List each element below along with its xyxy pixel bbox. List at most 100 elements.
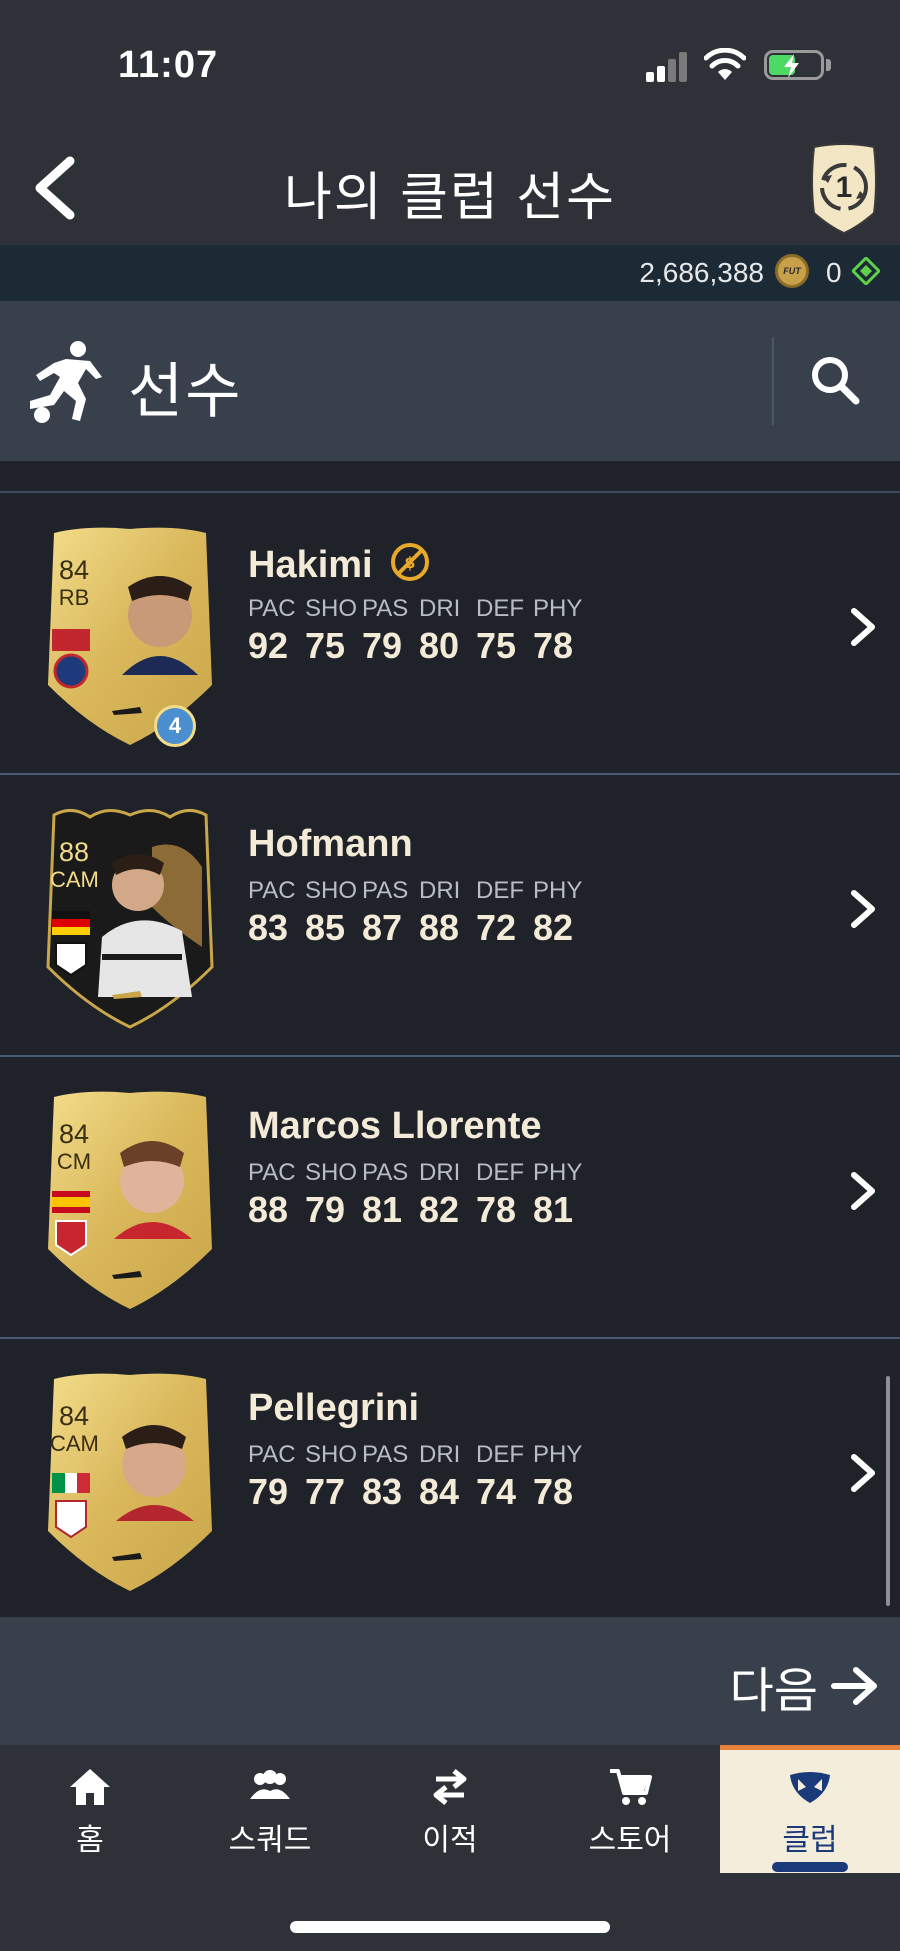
stat-label: SHO [305, 1159, 358, 1186]
player-kicking-icon [30, 341, 102, 423]
card-position: CAM [50, 1431, 99, 1456]
player-card: 84 RB 4 [42, 525, 218, 747]
stat-label: DRI [419, 1159, 461, 1186]
active-tab-indicator [772, 1862, 848, 1872]
chevron-right-icon [851, 1172, 875, 1210]
stat-value: 81 [533, 1189, 574, 1230]
player-row[interactable]: 84 CM Marcos Llorente PAC 88 SHO 79 PAS 81 … [0, 1057, 900, 1339]
stat-label: DRI [419, 877, 461, 904]
page-title: 나의 클럽 선수 [284, 169, 616, 227]
tab-label: 홈 [76, 1824, 104, 1857]
stat-label: PAC [248, 1441, 296, 1468]
stat-value: 83 [248, 907, 289, 948]
tab-club[interactable]: 클럽 [720, 1745, 900, 1873]
scrollbar-thumb[interactable] [886, 1376, 890, 1606]
stat-value: 79 [248, 1471, 289, 1512]
player-row[interactable]: 88 CAM Hofmann PAC 83 SHO 85 PAS 87 DRI 88 D… [0, 775, 900, 1057]
tab-store[interactable]: 스토어 [540, 1745, 720, 1873]
player-row[interactable]: 84 RB 4 Hakimi $ PAC 92 SHO 75 PAS 79 DRI 80… [0, 493, 900, 775]
player-card: 88 CAM [42, 807, 218, 1029]
stat-value: 78 [476, 1189, 517, 1230]
stat-label: PAS [362, 595, 409, 622]
stat-value: 79 [305, 1189, 346, 1230]
stat-value: 78 [533, 1471, 574, 1512]
stat-value: 82 [533, 907, 574, 948]
card-rating: 84 [58, 1119, 90, 1149]
arrow-right-icon [831, 1667, 877, 1705]
stat-value: 77 [305, 1471, 346, 1512]
stat-value: 72 [476, 907, 517, 948]
section-title: 선수 [128, 358, 243, 425]
stat-label: PHY [533, 1159, 583, 1186]
player-name-text: Hakimi [248, 544, 373, 586]
stat-label: SHO [305, 877, 358, 904]
player-name: Marcos Llorente [248, 1105, 542, 1147]
stat-label: SHO [305, 1441, 358, 1468]
stat-value: 84 [419, 1471, 460, 1512]
stat-value: 79 [362, 625, 403, 666]
stat-value: 82 [419, 1189, 460, 1230]
stat-label: DEF [476, 1441, 524, 1468]
tab-home[interactable]: 홈 [0, 1745, 180, 1873]
player-name: Hofmann [248, 823, 413, 865]
cellular-signal-icon [646, 50, 690, 82]
coin-balance: 2,686,388 [639, 257, 764, 288]
next-button-label: 다음 [729, 1665, 818, 1718]
tab-label: 스토어 [588, 1824, 672, 1857]
card-position: CAM [50, 867, 99, 892]
objectives-badge[interactable]: 1 [806, 143, 882, 235]
tab-label: 클럽 [782, 1824, 838, 1857]
chevron-right-icon [851, 608, 875, 646]
stat-value: 75 [305, 625, 346, 666]
stat-label: PAC [248, 1159, 296, 1186]
tab-transfer[interactable]: 이적 [360, 1745, 540, 1873]
search-button[interactable] [800, 345, 872, 417]
stat-value: 81 [362, 1189, 403, 1230]
stat-label: SHO [305, 595, 358, 622]
battery-icon [764, 50, 824, 80]
stat-label: PAC [248, 877, 296, 904]
stat-label: PAS [362, 1159, 409, 1186]
card-position: CM [56, 1149, 92, 1174]
player-stats: PAC 92 SHO 75 PAS 79 DRI 80 DEF 75 PHY 78 [248, 595, 590, 667]
stat-value: 80 [419, 625, 460, 666]
card-rating: 84 [58, 555, 90, 585]
stat-label: PAS [362, 877, 409, 904]
stat-label: PHY [533, 877, 583, 904]
player-list: 84 RB 4 Hakimi $ PAC 92 SHO 75 PAS 79 DRI 80… [0, 461, 900, 1617]
pagination-bar: 다음 [0, 1617, 900, 1745]
bottom-tab-bar: 홈 스쿼드 이적 스토어 클럽 [0, 1745, 900, 1951]
home-icon [70, 1769, 110, 1805]
next-page-button[interactable]: 다음 [730, 1651, 880, 1721]
badge-number: 1 [835, 171, 853, 204]
player-row[interactable]: 84 CAM Pellegrini PAC 79 SHO 77 PAS 83 DRI 8… [0, 1339, 900, 1617]
stat-value: 87 [362, 907, 403, 948]
svg-text:$: $ [405, 553, 416, 572]
stat-label: DEF [476, 595, 524, 622]
status-bar: 11:07 [0, 0, 900, 135]
chevron-right-icon [851, 890, 875, 928]
chevron-right-icon [851, 1454, 875, 1492]
stat-label: PHY [533, 1441, 583, 1468]
stat-value: 85 [305, 907, 346, 948]
player-stats: PAC 83 SHO 85 PAS 87 DRI 88 DEF 72 PHY 82 [248, 877, 590, 949]
fifa-points-icon [852, 257, 880, 285]
players-section-header: 선수 [0, 301, 900, 461]
points-balance: 0 [826, 257, 842, 288]
stat-value: 92 [248, 625, 289, 666]
stat-value: 88 [419, 907, 460, 948]
stat-label: PAS [362, 1441, 409, 1468]
transfer-icon [433, 1769, 467, 1805]
tab-squad[interactable]: 스쿼드 [180, 1745, 360, 1873]
stat-value: 83 [362, 1471, 403, 1512]
squad-icon [250, 1770, 290, 1799]
status-time: 11:07 [118, 44, 219, 86]
stat-label: DRI [419, 595, 461, 622]
fut-coin-icon: FUT [775, 254, 809, 288]
stat-label: DRI [419, 1441, 461, 1468]
currency-bar: 2,686,388 FUT 0 [0, 245, 900, 301]
card-rating: 88 [58, 837, 90, 867]
store-icon [610, 1769, 652, 1805]
chemistry-badge: 4 [154, 705, 196, 747]
stat-value: 88 [248, 1189, 289, 1230]
